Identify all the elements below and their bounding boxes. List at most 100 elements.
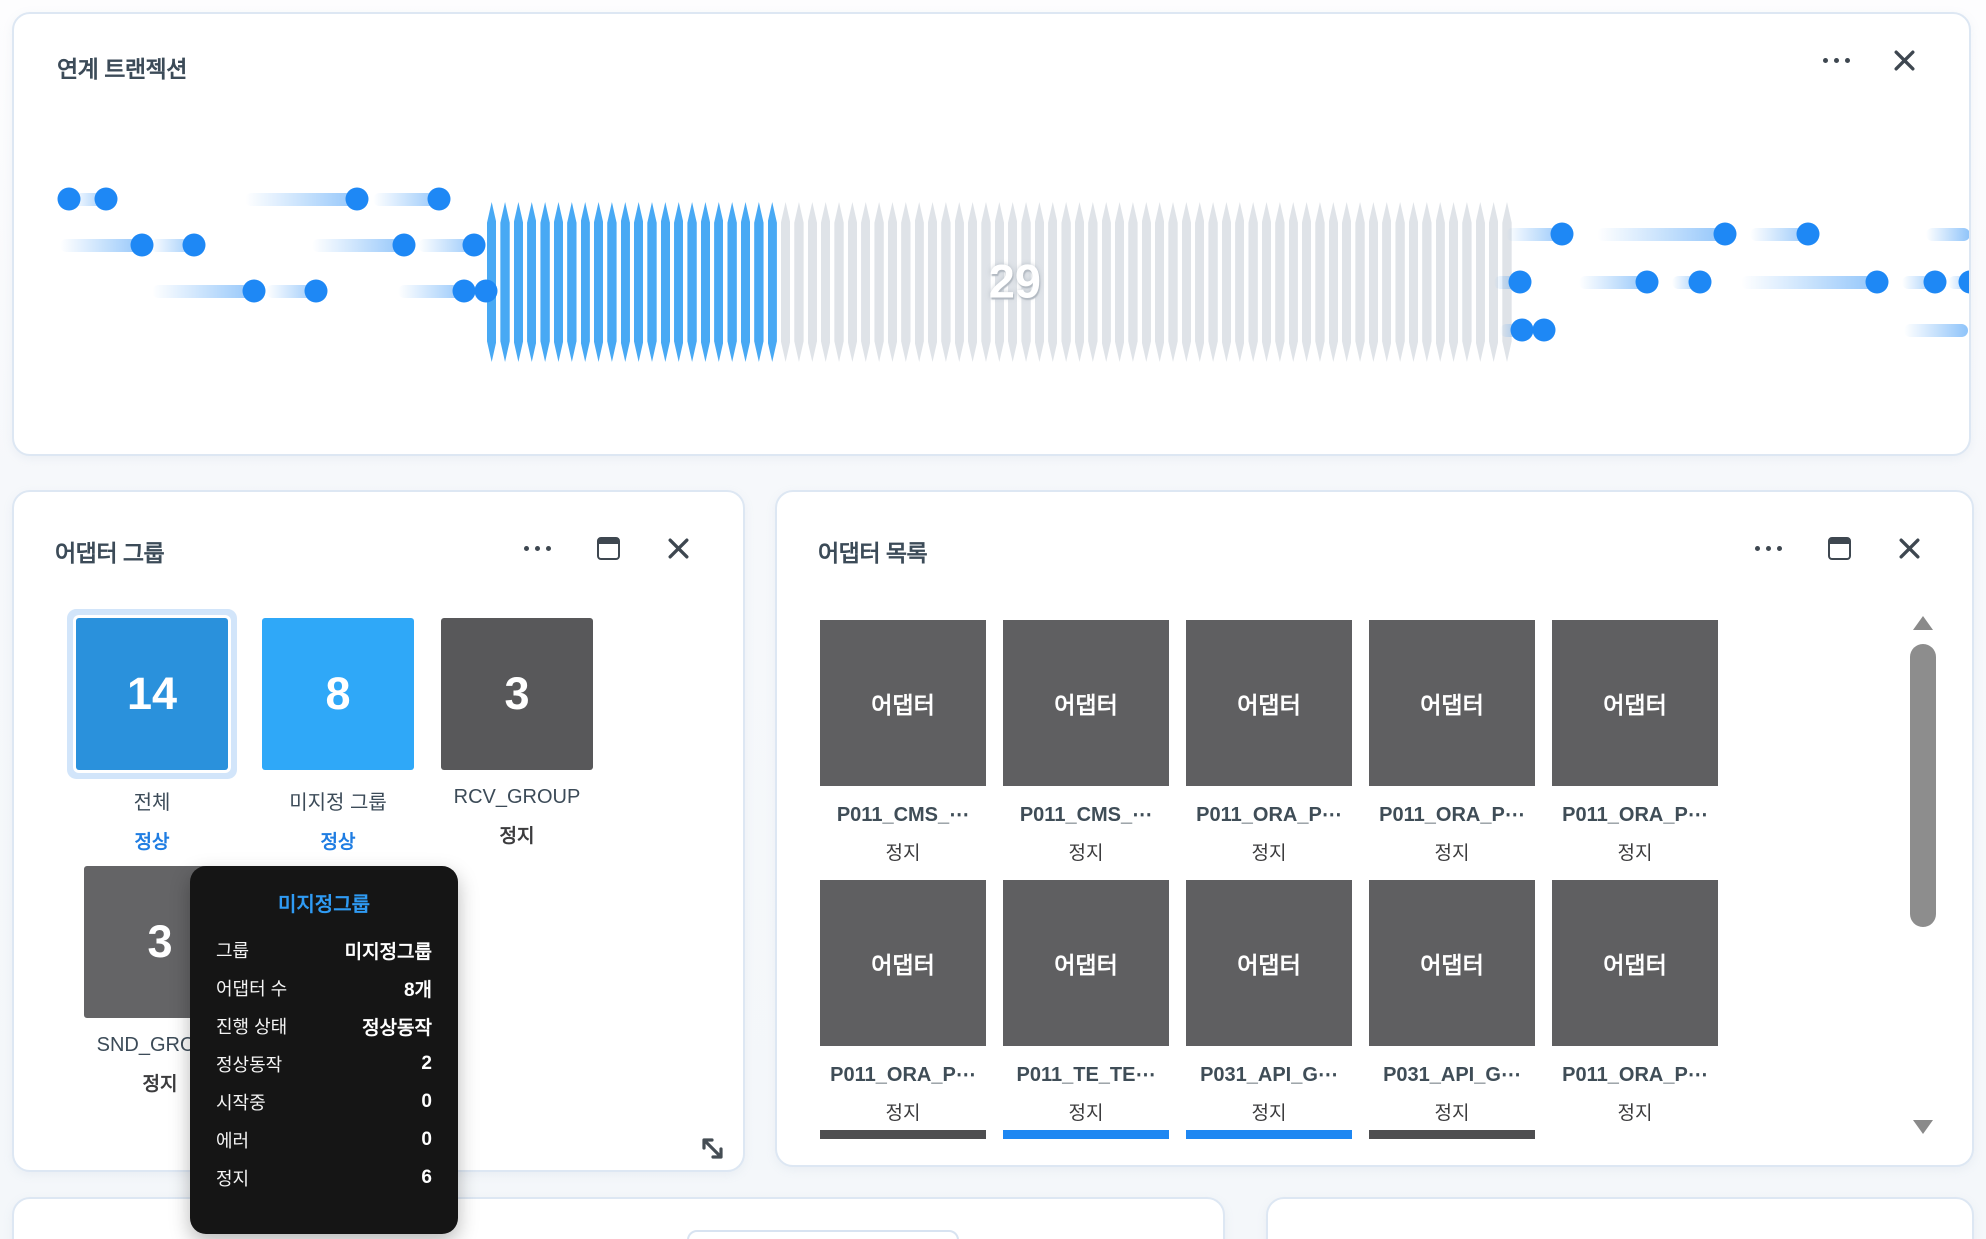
adapter-name: P011_ORA_P⋯ — [820, 1062, 986, 1087]
group-tile-count: 14 — [127, 668, 177, 720]
scrollbar-up-arrow[interactable] — [1913, 616, 1933, 630]
close-icon[interactable] — [666, 536, 691, 561]
adapter-status: 정지 — [1003, 838, 1169, 865]
group-tile-status: 정상 — [67, 827, 237, 854]
resize-handle-icon[interactable] — [694, 1130, 730, 1166]
panel-header-actions — [1823, 48, 1917, 73]
particle-dot — [243, 280, 266, 303]
tooltip-row-value: 정상동작 — [362, 1013, 432, 1040]
adapter-tile: 어댑터 — [820, 880, 986, 1046]
panel-adapter-list: 어댑터 목록 어댑터P011_CMS_⋯정지어댑터P011_CMS_⋯정지어댑터… — [775, 490, 1974, 1167]
particle-dot — [95, 188, 118, 211]
maximize-icon[interactable] — [597, 537, 620, 560]
adapter-card[interactable]: 어댑터P011_ORA_P⋯정지 — [1186, 620, 1352, 880]
adapter-card[interactable]: 어댑터 P011_ORA_P⋯ 정지 — [1552, 620, 1718, 880]
particle-dot — [1797, 223, 1820, 246]
tooltip-row-value: 미지정그룹 — [345, 937, 432, 964]
adapter-name: P011_CMS_⋯ — [1003, 802, 1169, 827]
more-menu-icon[interactable] — [1755, 546, 1782, 551]
particle-dot — [428, 188, 451, 211]
tooltip-row-label: 그룹 — [216, 937, 249, 963]
group-tile-전체[interactable]: 14 전체정상 — [67, 618, 237, 854]
particle-dot — [1689, 271, 1712, 294]
adapter-tile: 어댑터 — [1552, 880, 1718, 1046]
tooltip-row-value: 0 — [421, 1091, 432, 1113]
adapter-card[interactable]: 어댑터P011_TE_TE⋯정지 — [1003, 880, 1169, 1140]
particle-trail — [1904, 324, 1968, 337]
adapter-card[interactable]: 어댑터 P031_API_G⋯ 정지 — [1369, 880, 1535, 1140]
partial-tile-top — [1186, 1130, 1352, 1139]
tooltip-row-value: 0 — [421, 1129, 432, 1151]
close-icon[interactable] — [1897, 536, 1922, 561]
adapter-name: P011_ORA_P⋯ — [1552, 802, 1718, 827]
group-tile-count: 8 — [325, 668, 350, 720]
adapter-tile: 어댑터 — [1552, 620, 1718, 786]
partial-tile-top — [1369, 1130, 1535, 1139]
adapter-card[interactable]: 어댑터P011_ORA_P⋯정지 — [1369, 620, 1535, 880]
adapter-card[interactable]: 어댑터P011_CMS_⋯정지 — [820, 620, 986, 880]
adapter-tile: 어댑터 — [1003, 620, 1169, 786]
particle-dot — [1533, 319, 1556, 342]
panel-header-actions — [1755, 536, 1922, 561]
tooltip-row: 어댑터 수8개 — [216, 969, 432, 1007]
group-tile-status: 정상 — [253, 827, 423, 854]
particle-dot — [1959, 271, 1970, 294]
adapter-status: 정지 — [1186, 1098, 1352, 1125]
adapter-name: P011_ORA_P⋯ — [1186, 802, 1352, 827]
panel-bottom-right — [1266, 1197, 1974, 1239]
group-tooltip: 미지정그룹 그룹미지정그룹어댑터 수8개진행 상태정상동작정상동작2시작중0에러… — [190, 866, 458, 1234]
particle-dot — [1551, 223, 1574, 246]
partial-tile — [687, 1230, 959, 1239]
adapter-tile: 어댑터 — [1369, 620, 1535, 786]
tooltip-row: 정지6 — [216, 1159, 432, 1197]
tooltip-title: 미지정그룹 — [190, 866, 458, 917]
adapter-status: 정지 — [1369, 1098, 1535, 1125]
transaction-count: 29 — [989, 253, 1041, 308]
adapter-tile: 어댑터 — [1369, 880, 1535, 1046]
particle-dot — [1509, 271, 1532, 294]
group-tile-RCV_GROUP[interactable]: 3RCV_GROUP정지 — [432, 618, 602, 848]
group-tile-box: 3 — [441, 618, 593, 770]
adapter-tile: 어댑터 — [1003, 880, 1169, 1046]
adapter-tile: 어댑터 — [1186, 620, 1352, 786]
adapter-card[interactable]: 어댑터P011_ORA_P⋯정지 — [1552, 880, 1718, 1140]
adapter-name: P031_API_G⋯ — [1369, 1062, 1535, 1087]
more-menu-icon[interactable] — [524, 546, 551, 551]
adapter-card[interactable]: 어댑터P031_API_G⋯정지 — [1186, 880, 1352, 1140]
tooltip-row-value: 6 — [421, 1167, 432, 1189]
tooltip-row: 정상동작2 — [216, 1045, 432, 1083]
particle-trail — [1926, 228, 1969, 241]
adapter-name: P011_ORA_P⋯ — [1369, 802, 1535, 827]
scrollbar-thumb[interactable] — [1910, 644, 1936, 927]
panel-title-adapter-group: 어댑터 그룹 — [55, 534, 164, 568]
adapter-grid: 어댑터P011_CMS_⋯정지어댑터P011_CMS_⋯정지어댑터P011_OR… — [820, 620, 1718, 1140]
tooltip-row: 그룹 미지정그룹 — [216, 931, 432, 969]
particle-dot — [475, 280, 498, 303]
particle-dot — [1866, 271, 1889, 294]
particle-dot — [393, 234, 416, 257]
tooltip-row-label: 에러 — [216, 1127, 249, 1153]
adapter-status: 정지 — [1552, 838, 1718, 865]
panel-title-adapter-list: 어댑터 목록 — [818, 534, 927, 568]
tooltip-row-label: 어댑터 수 — [216, 975, 287, 1001]
group-tile-label: 전체 — [67, 786, 237, 815]
partial-tile-top — [1003, 1130, 1169, 1139]
group-tile-count: 3 — [504, 668, 529, 720]
transaction-visualization: 29 — [14, 14, 1969, 454]
panel-header-actions — [524, 536, 691, 561]
adapter-card[interactable]: 어댑터 P011_CMS_⋯ 정지 — [1003, 620, 1169, 880]
adapter-name: P011_ORA_P⋯ — [1552, 1062, 1718, 1087]
scrollbar-down-arrow[interactable] — [1913, 1120, 1933, 1134]
adapter-card[interactable]: 어댑터P011_ORA_P⋯정지 — [820, 880, 986, 1140]
group-tile-status: 정지 — [432, 821, 602, 848]
group-tile-box: 14 — [76, 618, 228, 770]
more-menu-icon[interactable] — [1823, 58, 1850, 63]
tooltip-row-value: 2 — [421, 1053, 432, 1075]
group-tile-count: 3 — [147, 916, 172, 968]
maximize-icon[interactable] — [1828, 537, 1851, 560]
tooltip-row-label: 시작중 — [216, 1089, 266, 1115]
particle-dot — [346, 188, 369, 211]
tooltip-rows: 그룹미지정그룹어댑터 수8개진행 상태정상동작정상동작2시작중0에러0정지6 — [190, 931, 458, 1197]
group-tile-미지정 그룹[interactable]: 8미지정 그룹정상 — [253, 618, 423, 854]
close-icon[interactable] — [1892, 48, 1917, 73]
